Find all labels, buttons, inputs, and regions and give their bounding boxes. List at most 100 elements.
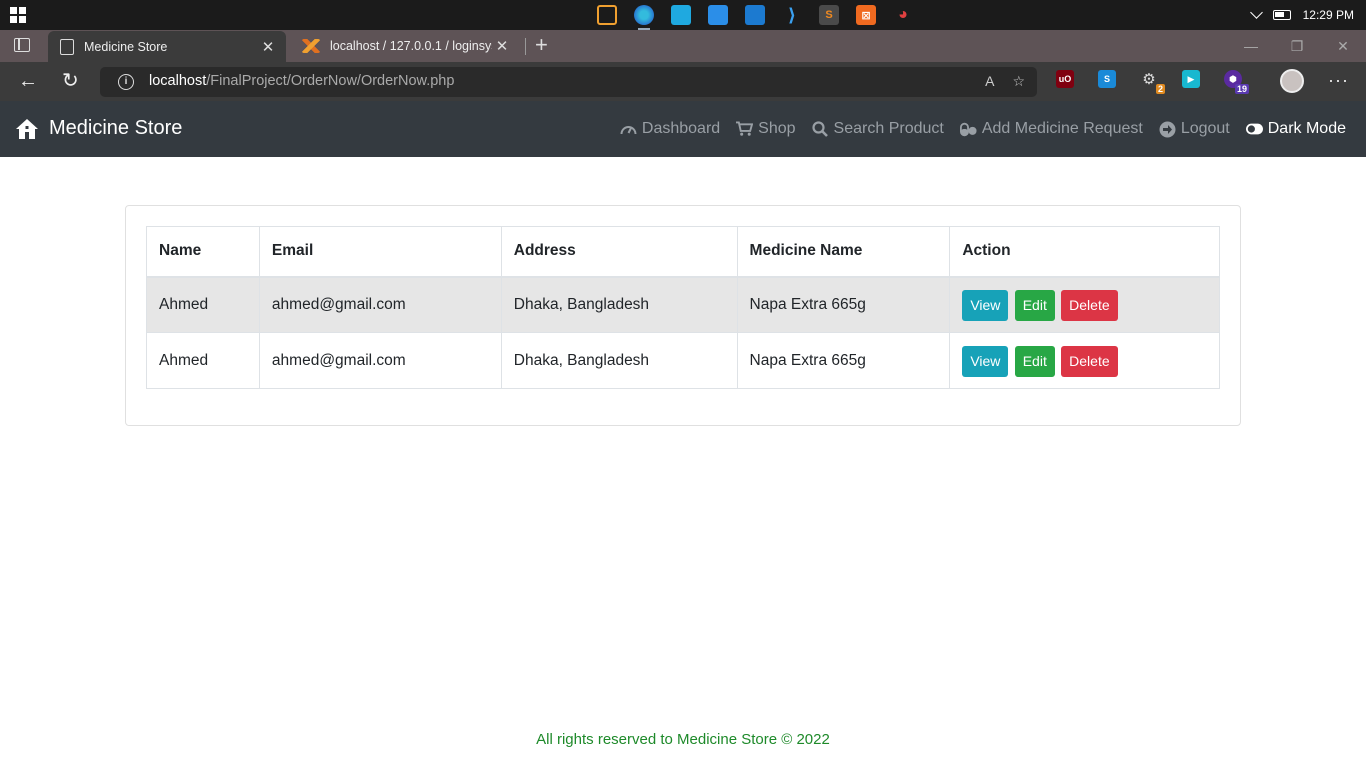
cell-address: Dhaka, Bangladesh (500, 276, 738, 333)
ublock-extension-icon[interactable]: uO (1056, 70, 1074, 88)
cell-address: Dhaka, Bangladesh (500, 332, 738, 389)
tab-divider (525, 38, 526, 55)
restore-button[interactable]: ❐ (1274, 30, 1320, 62)
windows-start-icon[interactable] (10, 7, 26, 23)
tab-medicine-store[interactable]: Medicine Store ✕ (48, 31, 286, 62)
dark-mode-toggle[interactable]: Dark Mode (1245, 120, 1346, 138)
delete-button[interactable]: Delete (1061, 346, 1118, 377)
purple-extension-icon[interactable]: ⬢ 19 (1224, 70, 1249, 94)
cell-email: ahmed@gmail.com (258, 332, 502, 389)
table-row: Ahmed ahmed@gmail.com Dhaka, Bangladesh … (146, 332, 1220, 389)
folder-app-icon[interactable] (745, 5, 765, 25)
refresh-icon[interactable]: ↻ (62, 70, 79, 92)
info-icon[interactable]: i (118, 74, 134, 90)
nav-label: Dashboard (641, 120, 721, 137)
s-extension-icon[interactable]: S (1098, 70, 1116, 88)
share-extension-icon[interactable]: ▶ (1182, 70, 1200, 88)
copy-app-icon[interactable] (597, 5, 617, 25)
more-menu-icon[interactable]: ··· (1328, 70, 1349, 91)
back-arrow-icon[interactable]: ← (18, 70, 38, 92)
phpmyadmin-icon (302, 39, 320, 53)
cell-actions: View Edit Delete (949, 332, 1220, 389)
table-row: Ahmed ahmed@gmail.com Dhaka, Bangladesh … (146, 276, 1220, 333)
delete-button[interactable]: Delete (1061, 290, 1118, 322)
footer-text: All rights reserved to Medicine Store © … (536, 731, 830, 748)
column-header-email: Email (258, 226, 502, 278)
remote-app-icon[interactable] (671, 5, 691, 25)
brand[interactable]: Medicine Store (15, 117, 182, 140)
url-host: localhost (149, 73, 207, 89)
nav-logout[interactable]: Logout (1159, 120, 1230, 138)
tab-actions-icon[interactable] (14, 38, 30, 52)
close-window-button[interactable]: ✕ (1320, 30, 1366, 62)
column-header-action: Action (949, 226, 1220, 278)
site-navbar: Medicine Store Dashboard Shop Search Pro… (0, 101, 1366, 157)
cell-medicine: Napa Extra 665g (736, 332, 951, 389)
url-text[interactable]: localhost/FinalProject/OrderNow/OrderNow… (149, 73, 454, 89)
tab-phpmyadmin[interactable]: localhost / 127.0.0.1 / loginsystem ✕ (290, 30, 520, 62)
edge-browser-icon[interactable] (634, 5, 654, 30)
gauge-icon (620, 121, 637, 138)
view-button[interactable]: View (962, 346, 1009, 377)
nav-links: Dashboard Shop Search Product Add Medici… (620, 101, 1346, 157)
orders-card: Name Email Address Medicine Name Action … (125, 205, 1241, 426)
view-button[interactable]: View (962, 290, 1009, 322)
profile-avatar[interactable] (1280, 69, 1304, 93)
orders-table: Name Email Address Medicine Name Action … (146, 226, 1220, 389)
search-icon (812, 121, 829, 138)
column-header-medicine: Medicine Name (736, 226, 951, 278)
window-controls: — ❐ ✕ (1228, 30, 1366, 62)
edit-button[interactable]: Edit (1014, 290, 1055, 322)
edit-button[interactable]: Edit (1014, 346, 1055, 377)
nav-label: Logout (1180, 120, 1230, 137)
close-icon[interactable]: ✕ (258, 38, 278, 56)
system-tray: 12:29 PM (1249, 0, 1354, 30)
windows-taskbar: ⟩ S ⊠ ◕ 12:29 PM (0, 0, 1366, 30)
extension-badge: 2 (1155, 84, 1165, 94)
cart-icon (736, 121, 754, 138)
cell-actions: View Edit Delete (949, 276, 1220, 333)
nav-label: Add Medicine Request (981, 120, 1143, 137)
xampp-icon[interactable]: ⊠ (856, 5, 876, 25)
extensions: uO S ⚙ 2 ▶ ⬢ 19 (1056, 70, 1249, 94)
arrow-circle-right-icon (1159, 121, 1176, 138)
pills-icon (959, 121, 977, 138)
taskbar-apps: ⟩ S ⊠ ◕ (597, 5, 913, 30)
nav-label: Dark Mode (1267, 120, 1346, 137)
tab-title: Medicine Store (84, 39, 168, 54)
cell-email: ahmed@gmail.com (258, 276, 502, 333)
desktop-app-icon[interactable] (708, 5, 728, 25)
close-icon[interactable]: ✕ (492, 37, 512, 55)
add-favorite-icon[interactable]: ☆ (1012, 73, 1025, 90)
table-header-row: Name Email Address Medicine Name Action (146, 226, 1220, 278)
home-icon (15, 118, 39, 140)
vscode-icon[interactable]: ⟩ (782, 5, 802, 25)
extension-badge: 19 (1234, 84, 1249, 94)
address-bar-actions: A ☆ (985, 73, 1025, 90)
toggle-icon (1245, 121, 1263, 138)
chevron-up-icon[interactable] (1249, 6, 1263, 19)
brand-title: Medicine Store (49, 117, 183, 139)
nav-add-medicine-request[interactable]: Add Medicine Request (959, 120, 1143, 138)
cell-medicine: Napa Extra 665g (736, 276, 951, 333)
page-icon (60, 38, 74, 55)
address-bar[interactable]: i localhost/FinalProject/OrderNow/OrderN… (100, 67, 1037, 97)
nav-dashboard[interactable]: Dashboard (620, 120, 720, 138)
tab-title: localhost / 127.0.0.1 / loginsystem (330, 39, 492, 53)
minimize-button[interactable]: — (1228, 30, 1274, 62)
new-tab-button[interactable]: + (535, 34, 548, 56)
paint-icon[interactable]: ◕ (893, 5, 913, 25)
cell-name: Ahmed (146, 332, 260, 389)
column-header-address: Address (500, 226, 738, 278)
battery-icon[interactable] (1272, 10, 1291, 20)
cell-name: Ahmed (146, 276, 260, 333)
gear-extension-icon[interactable]: ⚙ 2 (1140, 70, 1165, 94)
read-aloud-icon[interactable]: A (985, 73, 994, 90)
nav-search-product[interactable]: Search Product (812, 120, 944, 138)
nav-label: Shop (758, 120, 796, 137)
clock[interactable]: 12:29 PM (1303, 8, 1354, 22)
column-header-name: Name (146, 226, 260, 278)
sublime-icon[interactable]: S (819, 5, 839, 25)
nav-label: Search Product (833, 120, 944, 137)
nav-shop[interactable]: Shop (736, 120, 796, 138)
